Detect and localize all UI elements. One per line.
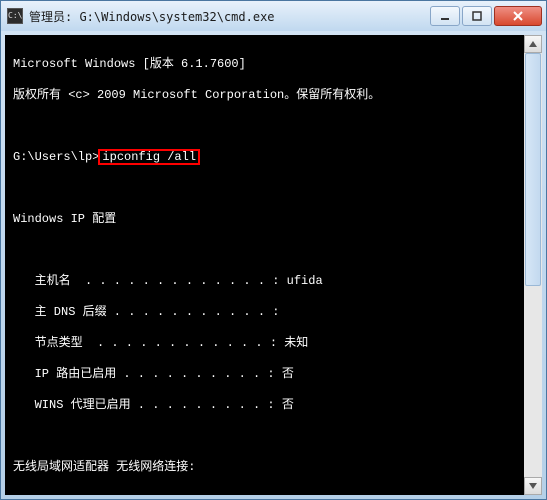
command-highlight: ipconfig /all xyxy=(99,150,199,164)
node-type-label: 节点类型 . . . . . . . . . . . . : xyxy=(13,336,284,350)
scroll-thumb[interactable] xyxy=(525,53,541,286)
scroll-track[interactable] xyxy=(524,53,542,477)
ip-routing-label: IP 路由已启用 . . . . . . . . . . : xyxy=(13,367,282,381)
node-type-value: 未知 xyxy=(284,336,308,350)
console-output[interactable]: Microsoft Windows [版本 6.1.7600] 版权所有 <c>… xyxy=(5,35,524,495)
wins-proxy-value: 否 xyxy=(282,398,294,412)
section-ipconfig: Windows IP 配置 xyxy=(13,212,520,228)
section-wlan: 无线局域网适配器 无线网络连接: xyxy=(13,460,520,476)
cmd-icon: C:\ xyxy=(7,8,23,24)
titlebar[interactable]: C:\ 管理员: G:\Windows\system32\cmd.exe xyxy=(1,1,546,31)
primary-dns-suffix: 主 DNS 后缀 . . . . . . . . . . . : xyxy=(13,305,520,321)
minimize-button[interactable] xyxy=(430,6,460,26)
maximize-button[interactable] xyxy=(462,6,492,26)
window-title: 管理员: G:\Windows\system32\cmd.exe xyxy=(29,8,430,25)
banner-line2: 版权所有 <c> 2009 Microsoft Corporation。保留所有… xyxy=(13,88,520,104)
vertical-scrollbar[interactable] xyxy=(524,35,542,495)
cmd-window: C:\ 管理员: G:\Windows\system32\cmd.exe Mic… xyxy=(0,0,547,500)
scroll-up-button[interactable] xyxy=(524,35,542,53)
banner-line1: Microsoft Windows [版本 6.1.7600] xyxy=(13,57,520,73)
prompt-prefix: G:\Users\lp> xyxy=(13,150,99,164)
window-controls xyxy=(430,6,542,26)
wins-proxy-label: WINS 代理已启用 . . . . . . . . . : xyxy=(13,398,282,412)
ip-routing-value: 否 xyxy=(282,367,294,381)
scroll-down-button[interactable] xyxy=(524,477,542,495)
host-name-value: ufida xyxy=(287,274,323,288)
host-name-label: 主机名 . . . . . . . . . . . . . : xyxy=(13,274,287,288)
close-button[interactable] xyxy=(494,6,542,26)
console-area: Microsoft Windows [版本 6.1.7600] 版权所有 <c>… xyxy=(5,35,542,495)
